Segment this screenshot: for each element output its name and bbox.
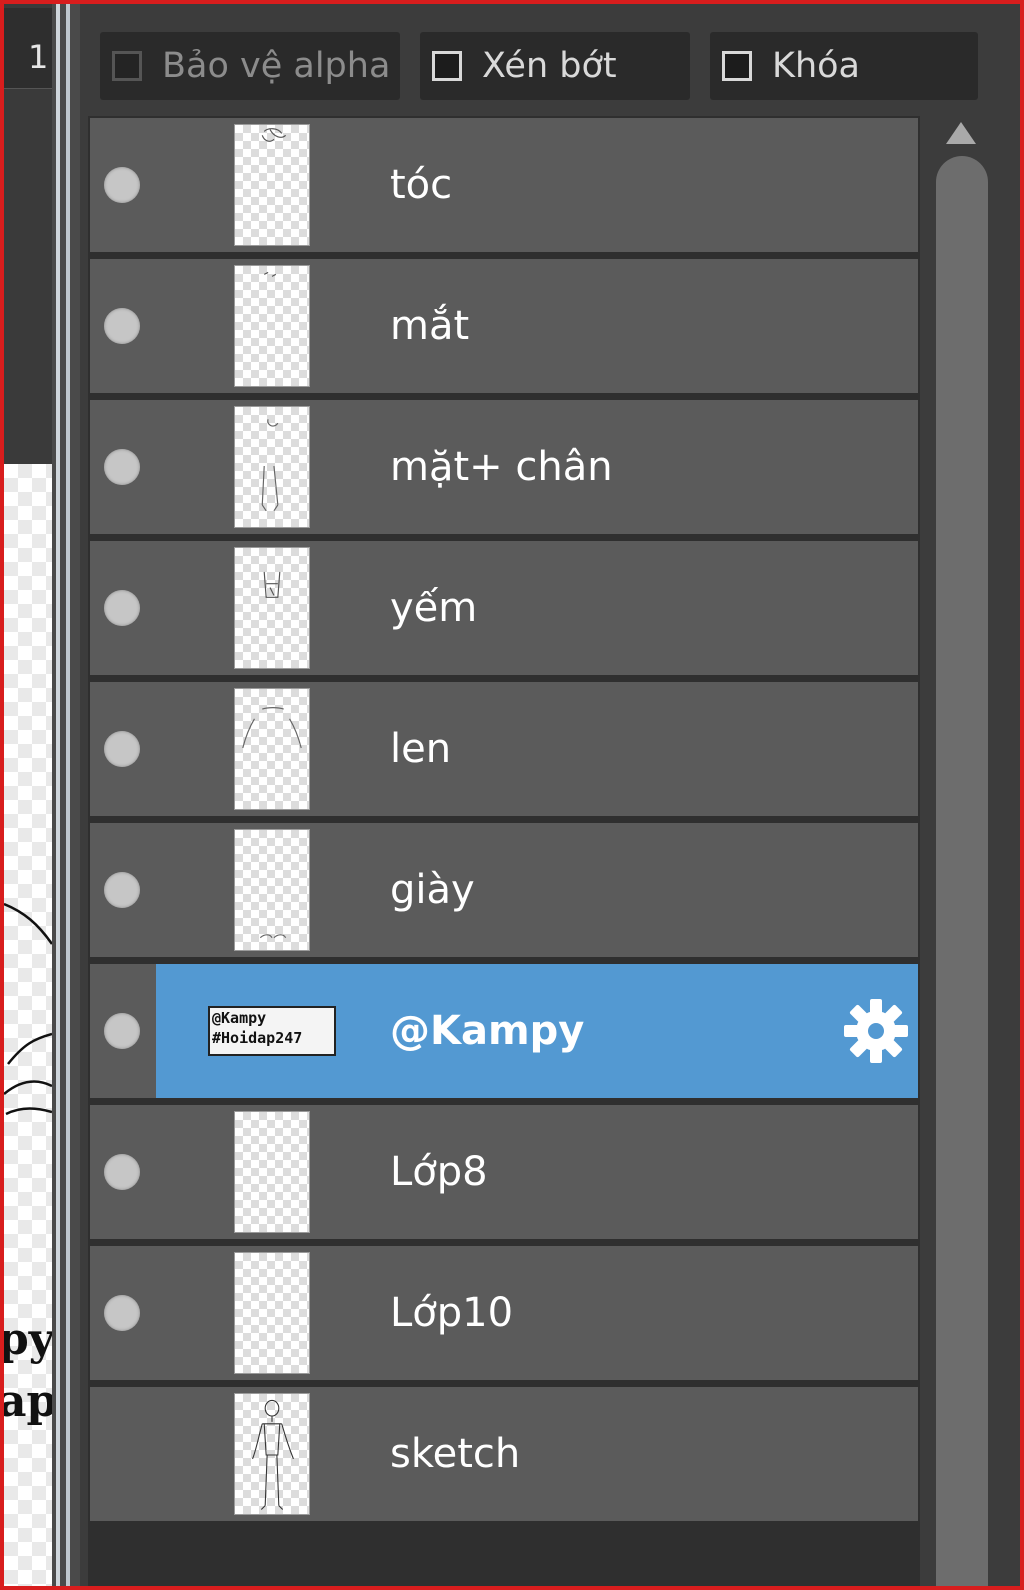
layer-name: mắt xyxy=(390,303,470,349)
layer-name: @Kampy xyxy=(390,1008,585,1054)
layer-name: Lớp8 xyxy=(390,1149,488,1195)
layer-thumbnail xyxy=(234,829,310,951)
figure-sketch-icon xyxy=(252,1399,294,1510)
splitter-line xyxy=(56,4,60,1586)
lock-checkbox[interactable] xyxy=(722,51,752,81)
canvas-tab-label: 1 xyxy=(28,38,49,76)
clipping-checkbox[interactable] xyxy=(432,51,462,81)
layer-row[interactable]: Lớp10 xyxy=(88,1244,920,1382)
thumbnail-text-line: #Hoidap247 xyxy=(212,1029,303,1047)
lock-label: Khóa xyxy=(772,46,860,86)
visibility-icon[interactable] xyxy=(104,731,140,767)
layer-name: len xyxy=(390,726,452,772)
layer-name: sketch xyxy=(390,1431,521,1477)
panel-splitter[interactable] xyxy=(52,4,80,1586)
scrollbar-thumb[interactable] xyxy=(936,156,988,1586)
protect-alpha-label: Bảo vệ alpha xyxy=(162,46,391,86)
visibility-icon[interactable] xyxy=(104,308,140,344)
layer-row[interactable]: giày xyxy=(88,821,920,959)
thumbnail-text-line: @Kampy xyxy=(212,1009,267,1027)
layer-name: tóc xyxy=(390,162,453,208)
layer-name: yếm xyxy=(390,585,478,631)
layer-name: Lớp10 xyxy=(390,1290,514,1336)
layer-name: mặt+ chân xyxy=(390,444,613,490)
wool-sketch-icon xyxy=(242,707,302,749)
canvas-watermark-text-2: ap xyxy=(4,1376,52,1427)
layers-panel: Bảo vệ alpha Xén bớt Khóa tóc mắt mặt+ c… xyxy=(80,4,1008,1586)
layer-thumbnail xyxy=(234,265,310,387)
splitter-line xyxy=(66,4,70,1586)
layer-row[interactable]: mắt xyxy=(88,257,920,395)
visibility-icon[interactable] xyxy=(104,590,140,626)
protect-alpha-option[interactable]: Bảo vệ alpha xyxy=(100,32,400,100)
layer-list: tóc mắt mặt+ chân yếm len giày @Kampy #H… xyxy=(88,116,920,1586)
layer-list-scrollbar[interactable] xyxy=(922,116,1000,1586)
scroll-up-arrow-icon[interactable] xyxy=(946,122,976,144)
layer-thumbnail xyxy=(234,688,310,810)
visibility-icon[interactable] xyxy=(104,872,140,908)
visibility-icon[interactable] xyxy=(104,1295,140,1331)
layer-thumbnail xyxy=(234,547,310,669)
protect-alpha-checkbox[interactable] xyxy=(112,51,142,81)
clipping-label: Xén bớt xyxy=(482,46,617,86)
canvas-tab[interactable]: 1 xyxy=(4,8,52,89)
lock-option[interactable]: Khóa xyxy=(710,32,978,100)
visibility-icon[interactable] xyxy=(104,1154,140,1190)
layer-row[interactable]: yếm xyxy=(88,539,920,677)
layer-thumbnail xyxy=(234,1111,310,1233)
visibility-icon[interactable] xyxy=(104,449,140,485)
layer-thumbnail xyxy=(234,1252,310,1374)
visibility-icon[interactable] xyxy=(104,1013,140,1049)
layer-row[interactable]: tóc xyxy=(88,116,920,254)
layer-thumbnail xyxy=(234,1393,310,1515)
layer-thumbnail xyxy=(234,406,310,528)
layer-name: giày xyxy=(390,867,475,913)
shoes-sketch-icon xyxy=(259,934,287,939)
hair-sketch-icon xyxy=(261,128,287,142)
canvas-header-area: 1 xyxy=(4,4,52,464)
layer-thumbnail-text: @Kampy #Hoidap247 xyxy=(208,1006,336,1056)
gear-icon[interactable] xyxy=(842,997,910,1065)
layer-row[interactable]: sketch xyxy=(88,1385,920,1523)
canvas-area[interactable]: 1 py ap xyxy=(4,4,52,1586)
canvas-watermark-text-1: py xyxy=(4,1314,52,1365)
face-legs-sketch-icon xyxy=(261,419,279,512)
bib-sketch-icon xyxy=(263,571,281,598)
visibility-icon[interactable] xyxy=(104,167,140,203)
layer-thumbnail xyxy=(234,124,310,246)
layer-row-selected[interactable]: @Kampy #Hoidap247 @Kampy xyxy=(88,962,920,1100)
layer-row[interactable]: len xyxy=(88,680,920,818)
eyes-sketch-icon xyxy=(263,271,277,277)
layer-row[interactable]: Lớp8 xyxy=(88,1103,920,1241)
clipping-option[interactable]: Xén bớt xyxy=(420,32,690,100)
canvas-sketch-lines xyxy=(4,902,52,1116)
layer-row[interactable]: mặt+ chân xyxy=(88,398,920,536)
